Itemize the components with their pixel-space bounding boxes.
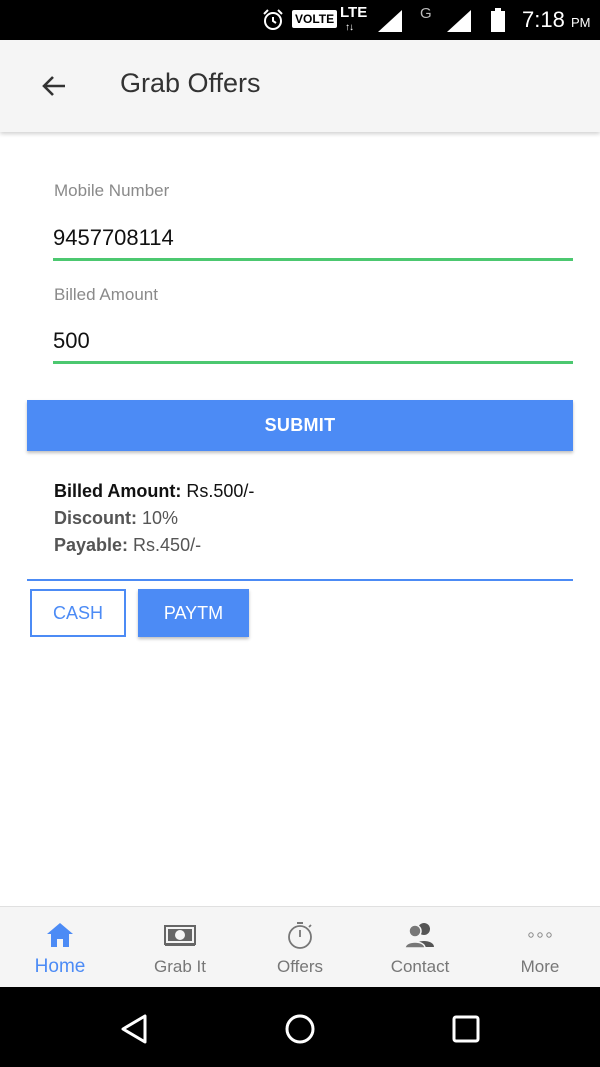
billed-amount-input[interactable]	[53, 321, 573, 364]
payable-label: Payable:	[54, 535, 129, 555]
nav-item-grab-it[interactable]: Grab It	[120, 907, 240, 988]
lte-label: LTE	[340, 4, 368, 21]
cash-icon	[164, 925, 196, 946]
alarm-icon	[263, 9, 283, 30]
discount-row: Discount: 10%	[54, 505, 254, 532]
nav-home-icon-wrap	[0, 919, 120, 951]
billed-amount-label: Billed Amount	[54, 285, 158, 304]
contacts-icon	[404, 923, 434, 949]
nav-item-home[interactable]: Home	[0, 907, 120, 988]
stopwatch-icon	[288, 922, 312, 949]
clock-time: 7:18	[522, 7, 565, 32]
system-home-button[interactable]	[278, 1007, 322, 1051]
battery-icon	[491, 8, 505, 32]
back-button[interactable]	[32, 64, 76, 108]
square-recents-icon	[452, 1015, 480, 1043]
nav-label-offers: Offers	[277, 957, 323, 976]
mobile-number-label: Mobile Number	[54, 181, 170, 200]
nav-item-offers[interactable]: Offers	[240, 907, 360, 988]
discount-label: Discount:	[54, 508, 137, 528]
cash-button[interactable]: CASH	[30, 589, 126, 637]
system-back-button[interactable]	[112, 1007, 156, 1051]
volte-badge: VOLTE	[292, 10, 338, 28]
nav-item-contact[interactable]: Contact	[360, 907, 480, 988]
triangle-back-icon	[121, 1014, 147, 1044]
mobile-number-input[interactable]	[53, 218, 573, 261]
nav-item-more[interactable]: More	[480, 907, 600, 988]
home-icon	[47, 923, 73, 947]
discount-value: 10%	[137, 508, 179, 528]
page-title: Grab Offers	[120, 68, 261, 98]
system-recents-button[interactable]	[444, 1007, 488, 1051]
nav-grabit-icon-wrap	[120, 919, 240, 951]
payable-row: Payable: Rs.450/-	[54, 532, 254, 559]
nav-contact-icon-wrap	[360, 919, 480, 951]
nav-offers-icon-wrap	[240, 919, 360, 951]
bottom-navigation: Home Grab It Offers Contact More	[0, 906, 600, 988]
nav-more-icon-wrap	[480, 919, 600, 951]
clock-ampm: PM	[570, 15, 591, 30]
billed-amount-summary-label: Billed Amount:	[54, 481, 182, 501]
system-navigation-bar	[0, 987, 600, 1067]
circle-home-icon	[285, 1014, 315, 1044]
data-arrows: ↑↓	[345, 22, 354, 33]
status-bar: VOLTE LTE ↑↓ G 7:18 PM	[0, 0, 600, 40]
nav-label-more: More	[520, 957, 560, 976]
nav-label-contact: Contact	[390, 957, 450, 976]
billed-amount-value: Rs.500/-	[181, 481, 255, 501]
payable-value: Rs.450/-	[128, 535, 202, 555]
divider	[27, 579, 573, 581]
bill-summary: Billed Amount: Rs.500/- Discount: 10% Pa…	[54, 478, 254, 559]
signal-icon-2	[447, 10, 471, 32]
paytm-button[interactable]: PAYTM	[138, 589, 249, 637]
submit-button[interactable]: SUBMIT	[27, 400, 573, 451]
signal-icon-1	[378, 10, 402, 32]
arrow-back-icon	[42, 76, 65, 96]
nav-label-home: Home	[34, 956, 86, 977]
app-bar: Grab Offers	[0, 40, 600, 132]
nav-label-grab-it: Grab It	[154, 957, 206, 976]
g-network-label: G	[420, 5, 432, 22]
more-icon	[528, 932, 552, 938]
status-clock: 7:18 PM	[522, 7, 590, 33]
billed-amount-row: Billed Amount: Rs.500/-	[54, 478, 254, 505]
